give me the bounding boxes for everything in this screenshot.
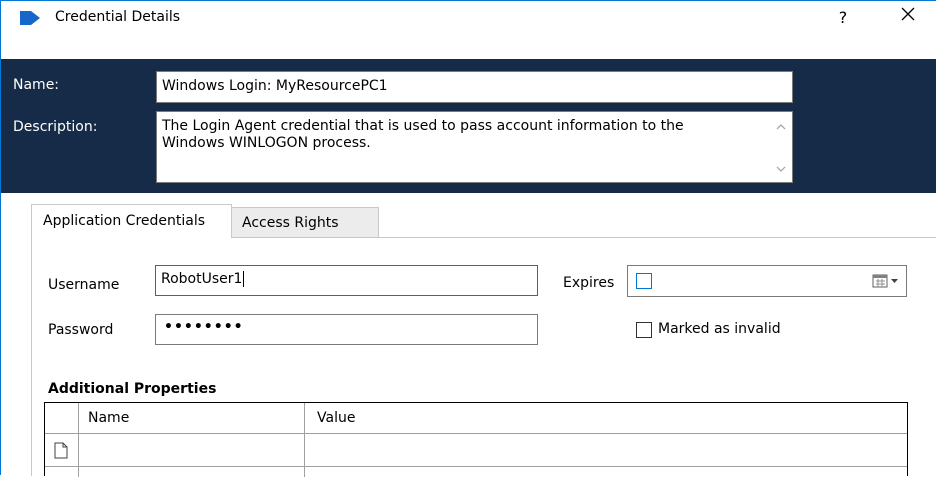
username-input[interactable]: RobotUser1 (155, 265, 538, 296)
title-bar: Credential Details ? (1, 1, 936, 34)
description-label: Description: (13, 119, 98, 135)
new-row-name-cell[interactable] (79, 434, 304, 466)
new-row-value-cell[interactable] (305, 434, 907, 466)
new-row-icon (54, 442, 68, 463)
marked-invalid-checkbox[interactable] (636, 322, 652, 338)
grid-divider (45, 466, 907, 467)
expires-date-picker[interactable] (627, 265, 907, 297)
calendar-icon[interactable] (872, 274, 900, 292)
close-icon (901, 7, 915, 21)
expires-checkbox[interactable] (636, 273, 652, 289)
credential-details-window: Credential Details ? Name: Windows Login… (0, 0, 936, 477)
password-label: Password (48, 322, 114, 338)
credential-header: Name: Windows Login: MyResourcePC1 Descr… (1, 59, 936, 193)
name-label: Name: (13, 77, 60, 93)
tab-access-rights[interactable]: Access Rights (232, 207, 379, 238)
close-button[interactable] (894, 6, 922, 30)
additional-properties-title: Additional Properties (48, 381, 217, 397)
app-logo-icon (19, 10, 41, 30)
marked-invalid-label: Marked as invalid (658, 321, 781, 337)
description-text: The Login Agent credential that is used … (162, 118, 684, 151)
column-header-name[interactable]: Name (88, 403, 129, 433)
username-value: RobotUser1 (161, 271, 243, 287)
scroll-up-icon[interactable] (774, 120, 788, 134)
password-input[interactable]: •••••••• (155, 314, 538, 345)
tab-application-credentials[interactable]: Application Credentials (31, 204, 232, 238)
text-caret (243, 271, 245, 287)
expires-label: Expires (563, 275, 615, 291)
name-input[interactable]: Windows Login: MyResourcePC1 (156, 71, 793, 103)
column-header-value[interactable]: Value (317, 403, 355, 433)
description-input[interactable]: The Login Agent credential that is used … (156, 111, 793, 183)
scroll-down-icon[interactable] (774, 162, 788, 176)
window-title: Credential Details (55, 9, 181, 25)
username-label: Username (48, 277, 120, 293)
help-button[interactable]: ? (831, 6, 855, 30)
additional-properties-grid[interactable]: Name Value (44, 402, 908, 477)
